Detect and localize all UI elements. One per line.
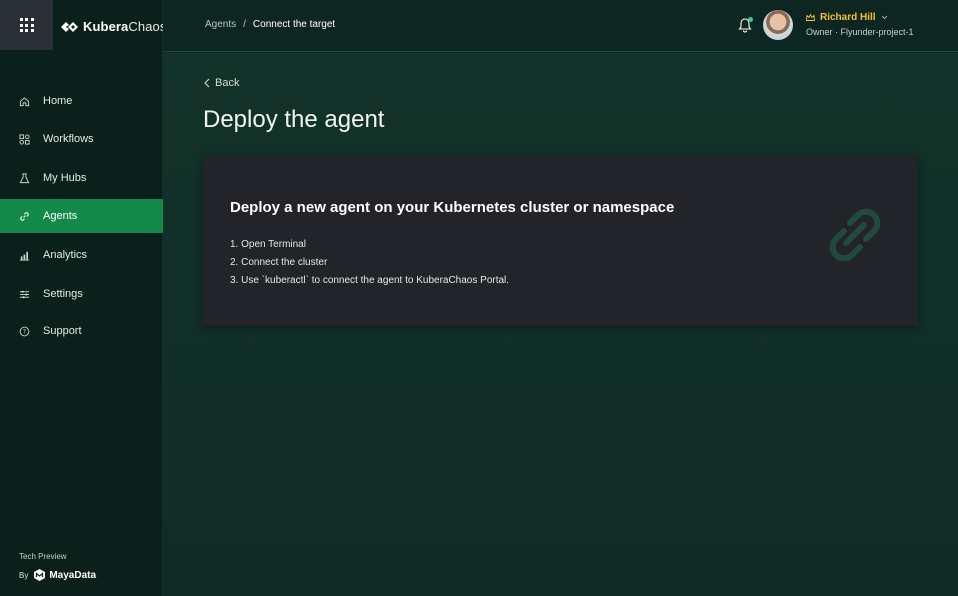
sidebar-item-label: Settings <box>43 288 83 300</box>
notifications-button[interactable] <box>738 17 753 33</box>
sidebar-item-analytics[interactable]: Analytics <box>0 238 163 272</box>
brand-logo[interactable]: KuberaChaos <box>61 19 166 34</box>
sidebar-item-my-hubs[interactable]: My Hubs <box>0 161 163 195</box>
step-item: 2. Connect the cluster <box>230 257 328 268</box>
chevron-down-icon <box>881 15 887 20</box>
sidebar: KuberaChaos Home Workflows My Hubs Agent… <box>0 0 166 596</box>
kubera-logo-icon <box>61 21 78 32</box>
breadcrumb-current: Connect the target <box>252 19 336 30</box>
main-content: Back Deploy the agent Deploy a new agent… <box>163 53 958 596</box>
grid-icon <box>19 18 34 32</box>
sidebar-item-agents[interactable]: Agents <box>0 199 163 233</box>
notification-dot <box>748 17 753 22</box>
crown-icon <box>806 14 815 21</box>
link-icon <box>19 211 30 222</box>
step-item: 3. Use `kuberactl` to connect the agent … <box>230 275 510 286</box>
user-menu[interactable]: Richard Hill Owner · Flyunder-project-1 <box>806 12 914 37</box>
tech-preview-label: Tech Preview <box>19 552 67 561</box>
link-decoration-icon <box>829 208 881 262</box>
home-icon <box>19 96 30 107</box>
by-label: By <box>19 570 29 580</box>
user-name: Richard Hill <box>820 12 876 23</box>
sliders-icon <box>19 289 30 300</box>
bar-chart-icon <box>19 250 30 261</box>
user-role: Owner · Flyunder-project-1 <box>806 27 914 37</box>
sidebar-item-settings[interactable]: Settings <box>0 277 163 311</box>
mayadata-logo-icon <box>34 569 46 581</box>
help-icon: ? <box>19 326 30 337</box>
steps-list: 1. Open Terminal 2. Connect the cluster … <box>230 236 509 290</box>
sidebar-item-label: Support <box>43 325 82 337</box>
sidebar-item-label: Agents <box>43 210 78 222</box>
apps-menu-button[interactable] <box>0 0 53 50</box>
brand-name: KuberaChaos <box>83 19 167 34</box>
breadcrumb-agents-link[interactable]: Agents <box>205 19 236 30</box>
sidebar-item-label: Home <box>43 95 73 107</box>
breadcrumb: Agents / Connect the target <box>205 19 335 30</box>
svg-text:?: ? <box>23 328 26 335</box>
sidebar-item-label: Analytics <box>43 249 88 261</box>
sidebar-footer: Tech Preview By MayaData <box>19 552 96 581</box>
workflows-icon <box>19 133 30 145</box>
card-title: Deploy a new agent on your Kubernetes cl… <box>230 199 675 216</box>
sidebar-item-label: Workflows <box>43 133 94 145</box>
flask-icon <box>19 172 30 184</box>
step-item: 1. Open Terminal <box>230 239 306 250</box>
avatar[interactable] <box>763 10 793 40</box>
sidebar-item-home[interactable]: Home <box>0 84 163 118</box>
sidebar-item-label: My Hubs <box>43 172 87 184</box>
back-label: Back <box>215 77 240 89</box>
top-header: Agents / Connect the target Richard Hill… <box>163 0 958 52</box>
deploy-agent-card: Deploy a new agent on your Kubernetes cl… <box>203 157 918 326</box>
breadcrumb-separator: / <box>243 19 246 30</box>
back-button[interactable]: Back <box>204 77 239 89</box>
sidebar-item-workflows[interactable]: Workflows <box>0 122 163 156</box>
by-row: By MayaData <box>19 569 96 581</box>
mayadata-logo: MayaData <box>34 569 96 581</box>
sidebar-item-support[interactable]: ? Support <box>0 314 163 348</box>
page-title: Deploy the agent <box>203 106 385 133</box>
chevron-left-icon <box>204 78 210 88</box>
